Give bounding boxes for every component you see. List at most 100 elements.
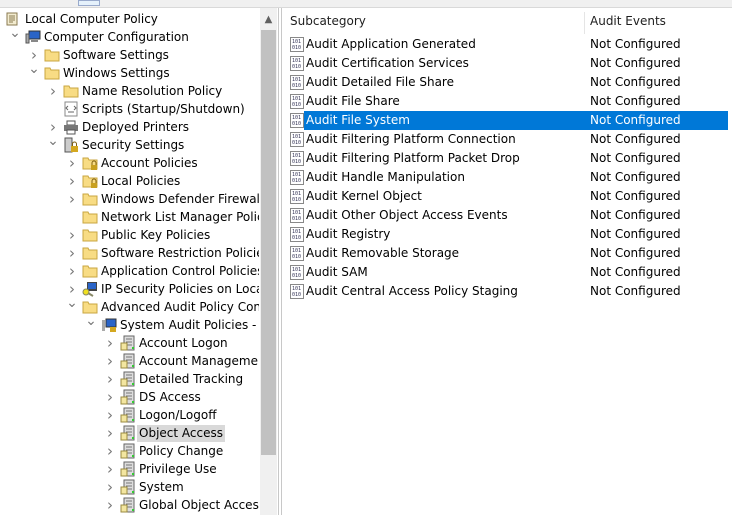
column-divider[interactable] bbox=[584, 12, 585, 34]
audit-events-cell[interactable]: Not Configured bbox=[587, 92, 728, 111]
tree-node[interactable]: › Windows Defender Firewall wi bbox=[0, 190, 259, 208]
list-row[interactable]: 101 010 Audit Removable Storage Not Configu… bbox=[282, 244, 732, 263]
chevron-right-icon[interactable]: › bbox=[66, 244, 78, 262]
tree-node[interactable]: › Account Management bbox=[0, 352, 259, 370]
subcategory-cell[interactable]: Audit Other Object Access Events bbox=[304, 206, 587, 225]
tree-node[interactable]: › DS Access bbox=[0, 388, 259, 406]
tree-node-label[interactable]: Network List Manager Policies bbox=[99, 209, 259, 226]
tree-node[interactable]: › Object Access bbox=[0, 424, 259, 442]
tree-node[interactable]: › Local Policies bbox=[0, 172, 259, 190]
tree-node-label[interactable]: Scripts (Startup/Shutdown) bbox=[80, 101, 247, 118]
subcategory-cell[interactable]: Audit Kernel Object bbox=[304, 187, 587, 206]
subcategory-cell[interactable]: Audit Registry bbox=[304, 225, 587, 244]
audit-events-cell[interactable]: Not Configured bbox=[587, 35, 728, 54]
audit-events-cell[interactable]: Not Configured bbox=[587, 73, 728, 92]
subcategory-cell[interactable]: Audit Detailed File Share bbox=[304, 73, 587, 92]
subcategory-cell[interactable]: Audit Central Access Policy Staging bbox=[304, 282, 587, 301]
chevron-down-icon[interactable]: ⌄ bbox=[66, 296, 78, 316]
tree-node-label[interactable]: Account Policies bbox=[99, 155, 200, 172]
tree-node-label[interactable]: IP Security Policies on Local C bbox=[99, 281, 259, 298]
subcategory-cell[interactable]: Audit File Share bbox=[304, 92, 587, 111]
tree-node[interactable]: › Account Logon bbox=[0, 334, 259, 352]
tree-node[interactable]: › Application Control Policies bbox=[0, 262, 259, 280]
tree-node[interactable]: › System bbox=[0, 478, 259, 496]
list-row[interactable]: 101 010 Audit Filtering Platform Packet Dr… bbox=[282, 149, 732, 168]
tree-node-label[interactable]: Logon/Logoff bbox=[137, 407, 218, 424]
tree-node-label[interactable]: Name Resolution Policy bbox=[80, 83, 224, 100]
tree-node[interactable]: › Logon/Logoff bbox=[0, 406, 259, 424]
subcategory-cell[interactable]: Audit File System bbox=[304, 111, 587, 130]
subcategory-cell[interactable]: Audit Application Generated bbox=[304, 35, 587, 54]
subcategory-cell[interactable]: Audit Handle Manipulation bbox=[304, 168, 587, 187]
chevron-right-icon[interactable]: › bbox=[104, 334, 116, 352]
audit-events-cell[interactable]: Not Configured bbox=[587, 111, 728, 130]
chevron-right-icon[interactable]: › bbox=[104, 460, 116, 478]
column-header-subcategory[interactable]: Subcategory bbox=[290, 14, 366, 28]
chevron-down-icon[interactable]: ⌄ bbox=[9, 26, 21, 46]
chevron-right-icon[interactable]: › bbox=[104, 406, 116, 424]
tree-node[interactable]: › Public Key Policies bbox=[0, 226, 259, 244]
tree-node-label[interactable]: Software Settings bbox=[61, 47, 171, 64]
audit-events-cell[interactable]: Not Configured bbox=[587, 263, 728, 282]
list-row[interactable]: 101 010 Audit Certification Services Not Co… bbox=[282, 54, 732, 73]
chevron-down-icon[interactable]: ⌄ bbox=[47, 134, 59, 154]
audit-events-cell[interactable]: Not Configured bbox=[587, 168, 728, 187]
chevron-right-icon[interactable]: › bbox=[47, 82, 59, 100]
tree-node[interactable]: ⌄ Computer Configuration bbox=[0, 26, 259, 46]
tree-node-label[interactable]: Computer Configuration bbox=[42, 29, 191, 46]
subcategory-cell[interactable]: Audit SAM bbox=[304, 263, 587, 282]
list-row[interactable]: 101 010 Audit File Share Not Configured bbox=[282, 92, 732, 111]
tree-node-label[interactable]: Account Logon bbox=[137, 335, 230, 352]
tree-node-label[interactable]: Windows Defender Firewall wi bbox=[99, 191, 259, 208]
subcategory-cell[interactable]: Audit Certification Services bbox=[304, 54, 587, 73]
audit-events-cell[interactable]: Not Configured bbox=[587, 206, 728, 225]
chevron-right-icon[interactable]: › bbox=[104, 424, 116, 442]
tree-node-label[interactable]: Global Object Access A bbox=[137, 497, 259, 514]
tree-node-label[interactable]: Deployed Printers bbox=[80, 119, 191, 136]
chevron-right-icon[interactable]: › bbox=[104, 388, 116, 406]
tree-node-label[interactable]: Advanced Audit Policy Config bbox=[99, 299, 259, 316]
chevron-right-icon[interactable]: › bbox=[104, 352, 116, 370]
tree-node-label[interactable]: Account Management bbox=[137, 353, 259, 370]
scrollbar-thumb[interactable] bbox=[261, 30, 276, 455]
audit-events-cell[interactable]: Not Configured bbox=[587, 130, 728, 149]
chevron-down-icon[interactable]: ⌄ bbox=[85, 314, 97, 334]
chevron-right-icon[interactable]: › bbox=[104, 442, 116, 460]
column-header-audit-events[interactable]: Audit Events bbox=[590, 14, 666, 28]
audit-events-cell[interactable]: Not Configured bbox=[587, 244, 728, 263]
tree-node[interactable]: › Global Object Access A bbox=[0, 496, 259, 514]
tree-node-label[interactable]: Local Computer Policy bbox=[23, 11, 160, 28]
tree-node[interactable]: ⌄ Advanced Audit Policy Config bbox=[0, 296, 259, 316]
tree-node[interactable]: › Privilege Use bbox=[0, 460, 259, 478]
subcategory-cell[interactable]: Audit Filtering Platform Packet Drop bbox=[304, 149, 587, 168]
list-row[interactable]: 101 010 Audit SAM Not Configured bbox=[282, 263, 732, 282]
tree-node-label[interactable]: Detailed Tracking bbox=[137, 371, 245, 388]
chevron-right-icon[interactable]: › bbox=[66, 172, 78, 190]
list-row[interactable]: 101 010 Audit Registry Not Configured bbox=[282, 225, 732, 244]
tree-node-label[interactable]: Object Access bbox=[137, 425, 225, 442]
audit-events-cell[interactable]: Not Configured bbox=[587, 149, 728, 168]
tree-node[interactable]: Local Computer Policy bbox=[0, 10, 259, 28]
tree-node-label[interactable]: Privilege Use bbox=[137, 461, 219, 478]
tree-node-label[interactable]: Software Restriction Policies bbox=[99, 245, 259, 262]
list-row[interactable]: 101 010 Audit Other Object Access Events No… bbox=[282, 206, 732, 225]
audit-events-cell[interactable]: Not Configured bbox=[587, 187, 728, 206]
chevron-right-icon[interactable]: › bbox=[104, 370, 116, 388]
chevron-right-icon[interactable]: › bbox=[66, 154, 78, 172]
tree-node-label[interactable]: DS Access bbox=[137, 389, 203, 406]
chevron-right-icon[interactable]: › bbox=[66, 226, 78, 244]
list-row[interactable]: 101 010 Audit Central Access Policy Stagin… bbox=[282, 282, 732, 301]
subcategory-cell[interactable]: Audit Filtering Platform Connection bbox=[304, 130, 587, 149]
scroll-up-icon[interactable]: ▲ bbox=[260, 12, 277, 28]
audit-events-cell[interactable]: Not Configured bbox=[587, 54, 728, 73]
list-row[interactable]: 101 010 Audit File System Not Configured bbox=[282, 111, 732, 130]
tree-node-label[interactable]: Application Control Policies bbox=[99, 263, 259, 280]
tree-node-label[interactable]: Security Settings bbox=[80, 137, 186, 154]
tree-node-label[interactable]: System bbox=[137, 479, 186, 496]
tree-node-label[interactable]: Local Policies bbox=[99, 173, 182, 190]
tree-scrollbar[interactable]: ▲ bbox=[260, 8, 277, 515]
tree-node[interactable]: › Policy Change bbox=[0, 442, 259, 460]
subcategory-cell[interactable]: Audit Removable Storage bbox=[304, 244, 587, 263]
tree-node-label[interactable]: Policy Change bbox=[137, 443, 225, 460]
chevron-right-icon[interactable]: › bbox=[104, 496, 116, 514]
